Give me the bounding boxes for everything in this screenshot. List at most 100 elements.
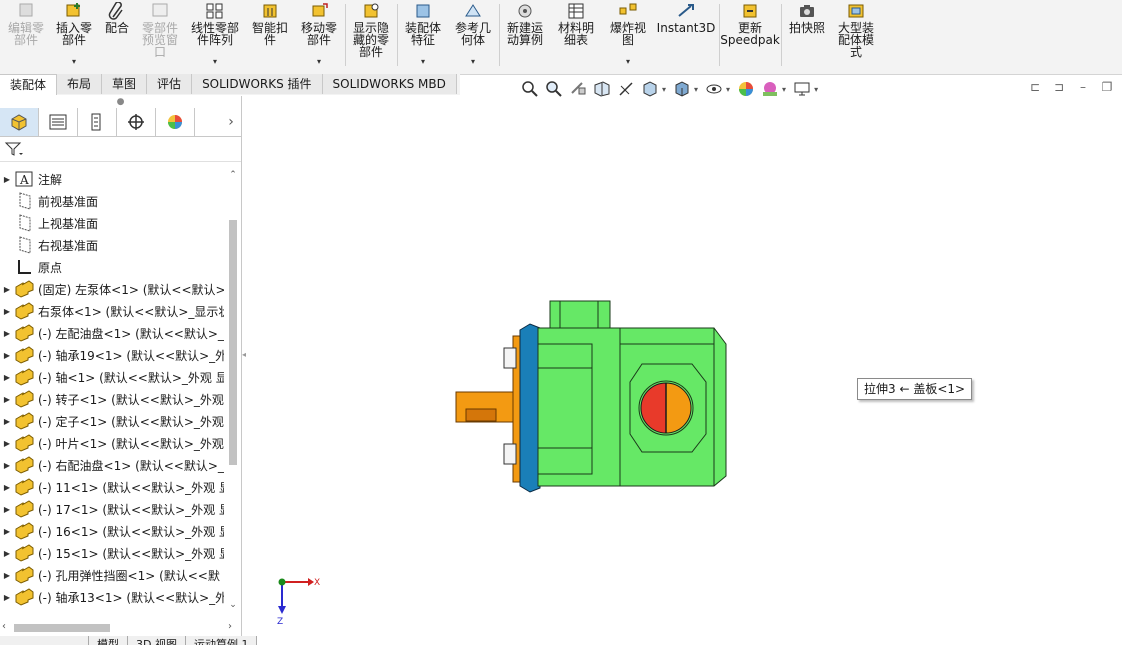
- expand-arrow-icon[interactable]: ▶: [0, 527, 14, 536]
- expand-arrow-icon[interactable]: ▶: [0, 329, 14, 338]
- panel-grip[interactable]: ●: [0, 96, 241, 108]
- dimxpert-manager-tab[interactable]: [117, 108, 156, 136]
- scroll-right-icon[interactable]: ›: [228, 621, 232, 632]
- tree-item[interactable]: ▶ (-) 轴承19<1> (默认<<默认>_外: [0, 344, 224, 366]
- expand-arrow-icon[interactable]: ▶: [0, 307, 14, 316]
- component-preview-window-button[interactable]: 零部件 预览窗 口: [138, 0, 182, 70]
- tree-item[interactable]: ▶ (-) 11<1> (默认<<默认>_外观 显: [0, 476, 224, 498]
- tree-item[interactable]: ▶ (-) 叶片<1> (默认<<默认>_外观: [0, 432, 224, 454]
- tree-item[interactable]: ▶ (固定) 左泵体<1> (默认<<默认>_: [0, 278, 224, 300]
- configuration-manager-tab[interactable]: [78, 108, 117, 136]
- chevron-down-icon[interactable]: ▾: [662, 85, 666, 94]
- take-snapshot-button[interactable]: 拍快照: [784, 0, 830, 70]
- scroll-left-icon[interactable]: ‹: [2, 621, 6, 632]
- tab-solidworks-mbd[interactable]: SOLIDWORKS MBD: [322, 74, 457, 94]
- chevron-down-icon[interactable]: ▾: [694, 85, 698, 94]
- instant3d-button[interactable]: Instant3D: [656, 0, 716, 70]
- tree-item[interactable]: ▶ (-) 17<1> (默认<<默认>_外观 显: [0, 498, 224, 520]
- feature-manager-tab[interactable]: [0, 108, 39, 136]
- graphics-area[interactable]: X Z: [242, 96, 1122, 645]
- show-hidden-components-button[interactable]: 显示隐 藏的零 部件: [348, 0, 394, 70]
- shaft-key[interactable]: [465, 408, 497, 422]
- expand-arrow-icon[interactable]: ▶: [0, 593, 14, 602]
- edit-component-button[interactable]: 编辑零 部件: [4, 0, 48, 70]
- tree-item[interactable]: ▶ 右泵体<1> (默认<<默认>_显示状: [0, 300, 224, 322]
- linear-component-pattern-button[interactable]: 线性零部 件阵列 ▾: [186, 0, 244, 70]
- tree-item[interactable]: ▶ (-) 孔用弹性挡圈<1> (默认<<默: [0, 564, 224, 586]
- left-pump-body[interactable]: [537, 327, 621, 487]
- tree-item[interactable]: ▶ (-) 16<1> (默认<<默认>_外观 显: [0, 520, 224, 542]
- scroll-down-icon[interactable]: ⌄: [227, 600, 239, 610]
- chevron-down-icon[interactable]: ▾: [421, 56, 425, 68]
- tree-item[interactable]: ▶ (-) 轴承13<1> (默认<<默认>_外: [0, 586, 224, 608]
- minimize-icon[interactable]: –: [1076, 80, 1090, 94]
- tree-horizontal-scrollbar[interactable]: ‹ ›: [0, 621, 240, 635]
- top-port[interactable]: [549, 300, 611, 330]
- chevron-down-icon[interactable]: ▾: [72, 56, 76, 68]
- property-manager-tab[interactable]: [39, 108, 78, 136]
- update-speedpak-button[interactable]: 更新 Speedpak: [720, 0, 780, 70]
- large-assembly-mode-button[interactable]: 大型装 配体模 式: [832, 0, 880, 70]
- expand-arrow-icon[interactable]: ▶: [0, 373, 14, 382]
- tree-item[interactable]: ▶ (-) 15<1> (默认<<默认>_外观 显: [0, 542, 224, 564]
- chevron-right-icon[interactable]: ›: [221, 108, 241, 136]
- exploded-view-button[interactable]: 爆炸视 图 ▾: [604, 0, 652, 70]
- expand-arrow-icon[interactable]: ▶: [0, 175, 14, 184]
- chevron-down-icon[interactable]: ▾: [213, 56, 217, 68]
- tab-layout[interactable]: 布局: [57, 74, 103, 94]
- tab-sketch[interactable]: 草图: [102, 74, 148, 94]
- expand-arrow-icon[interactable]: ▶: [0, 461, 14, 470]
- tab-solidworks-addins[interactable]: SOLIDWORKS 插件: [192, 74, 323, 94]
- tree-item[interactable]: ▶ (-) 转子<1> (默认<<默认>_外观: [0, 388, 224, 410]
- tree-filter[interactable]: [0, 137, 241, 162]
- tree-item[interactable]: 右视基准面: [0, 234, 224, 256]
- tab-model[interactable]: 模型: [89, 636, 128, 645]
- mate-button[interactable]: 配合: [100, 0, 134, 70]
- insert-component-button[interactable]: 插入零 部件 ▾: [52, 0, 96, 70]
- scrollbar-thumb[interactable]: [14, 624, 110, 632]
- bolt-head[interactable]: [503, 443, 517, 465]
- tab-evaluate[interactable]: 评估: [147, 74, 193, 94]
- expand-arrow-icon[interactable]: ▶: [0, 505, 14, 514]
- new-motion-study-button[interactable]: 新建运 动算例: [502, 0, 548, 70]
- tree-item[interactable]: ▶ (-) 右配油盘<1> (默认<<默认>_: [0, 454, 224, 476]
- chevron-down-icon[interactable]: ▾: [814, 85, 818, 94]
- tree-item[interactable]: ▶ (-) 定子<1> (默认<<默认>_外观: [0, 410, 224, 432]
- tab-assembly[interactable]: 装配体: [0, 74, 58, 95]
- display-manager-tab[interactable]: [156, 108, 195, 136]
- assembly-features-button[interactable]: 装配体 特征 ▾: [400, 0, 446, 70]
- tree-item[interactable]: 原点: [0, 256, 224, 278]
- chevron-down-icon[interactable]: ▾: [726, 85, 730, 94]
- tree-item[interactable]: ▶ (-) 轴<1> (默认<<默认>_外观 显: [0, 366, 224, 388]
- reference-geometry-button[interactable]: 参考几 何体 ▾: [450, 0, 496, 70]
- tree-vertical-scrollbar[interactable]: ⌃ ⌄: [227, 170, 239, 610]
- flange[interactable]: [519, 323, 541, 493]
- scroll-up-icon[interactable]: ⌃: [227, 170, 239, 180]
- expand-arrow-icon[interactable]: ▶: [0, 285, 14, 294]
- restore-icon[interactable]: ❐: [1100, 80, 1114, 94]
- expand-arrow-icon[interactable]: ▶: [0, 351, 14, 360]
- tree-item[interactable]: 前视基准面: [0, 190, 224, 212]
- assembly-model[interactable]: [242, 96, 1122, 645]
- expand-arrow-icon[interactable]: ▶: [0, 549, 14, 558]
- expand-arrow-icon[interactable]: ▶: [0, 483, 14, 492]
- expand-arrow-icon[interactable]: ▶: [0, 395, 14, 404]
- chevron-down-icon[interactable]: ▾: [782, 85, 786, 94]
- tree-item[interactable]: 上视基准面: [0, 212, 224, 234]
- expand-arrow-icon[interactable]: ▶: [0, 439, 14, 448]
- tile-left-icon[interactable]: ⊏: [1028, 80, 1042, 94]
- move-component-button[interactable]: 移动零 部件 ▾: [296, 0, 342, 70]
- bolt-head[interactable]: [503, 347, 517, 369]
- smart-fasteners-button[interactable]: 智能扣 件: [248, 0, 292, 70]
- bill-of-materials-button[interactable]: 材料明 细表: [552, 0, 600, 70]
- chevron-down-icon[interactable]: ▾: [317, 56, 321, 68]
- chevron-down-icon[interactable]: ▾: [626, 56, 630, 68]
- tile-right-icon[interactable]: ⊐: [1052, 80, 1066, 94]
- tab-3d-views[interactable]: 3D 视图: [128, 636, 186, 645]
- tree-item[interactable]: ▶ (-) 左配油盘<1> (默认<<默认>_: [0, 322, 224, 344]
- expand-arrow-icon[interactable]: ▶: [0, 417, 14, 426]
- tree-item[interactable]: ▶ A 注解: [0, 168, 224, 190]
- expand-arrow-icon[interactable]: ▶: [0, 571, 14, 580]
- scrollbar-thumb[interactable]: [229, 220, 237, 465]
- chevron-down-icon[interactable]: ▾: [471, 56, 475, 68]
